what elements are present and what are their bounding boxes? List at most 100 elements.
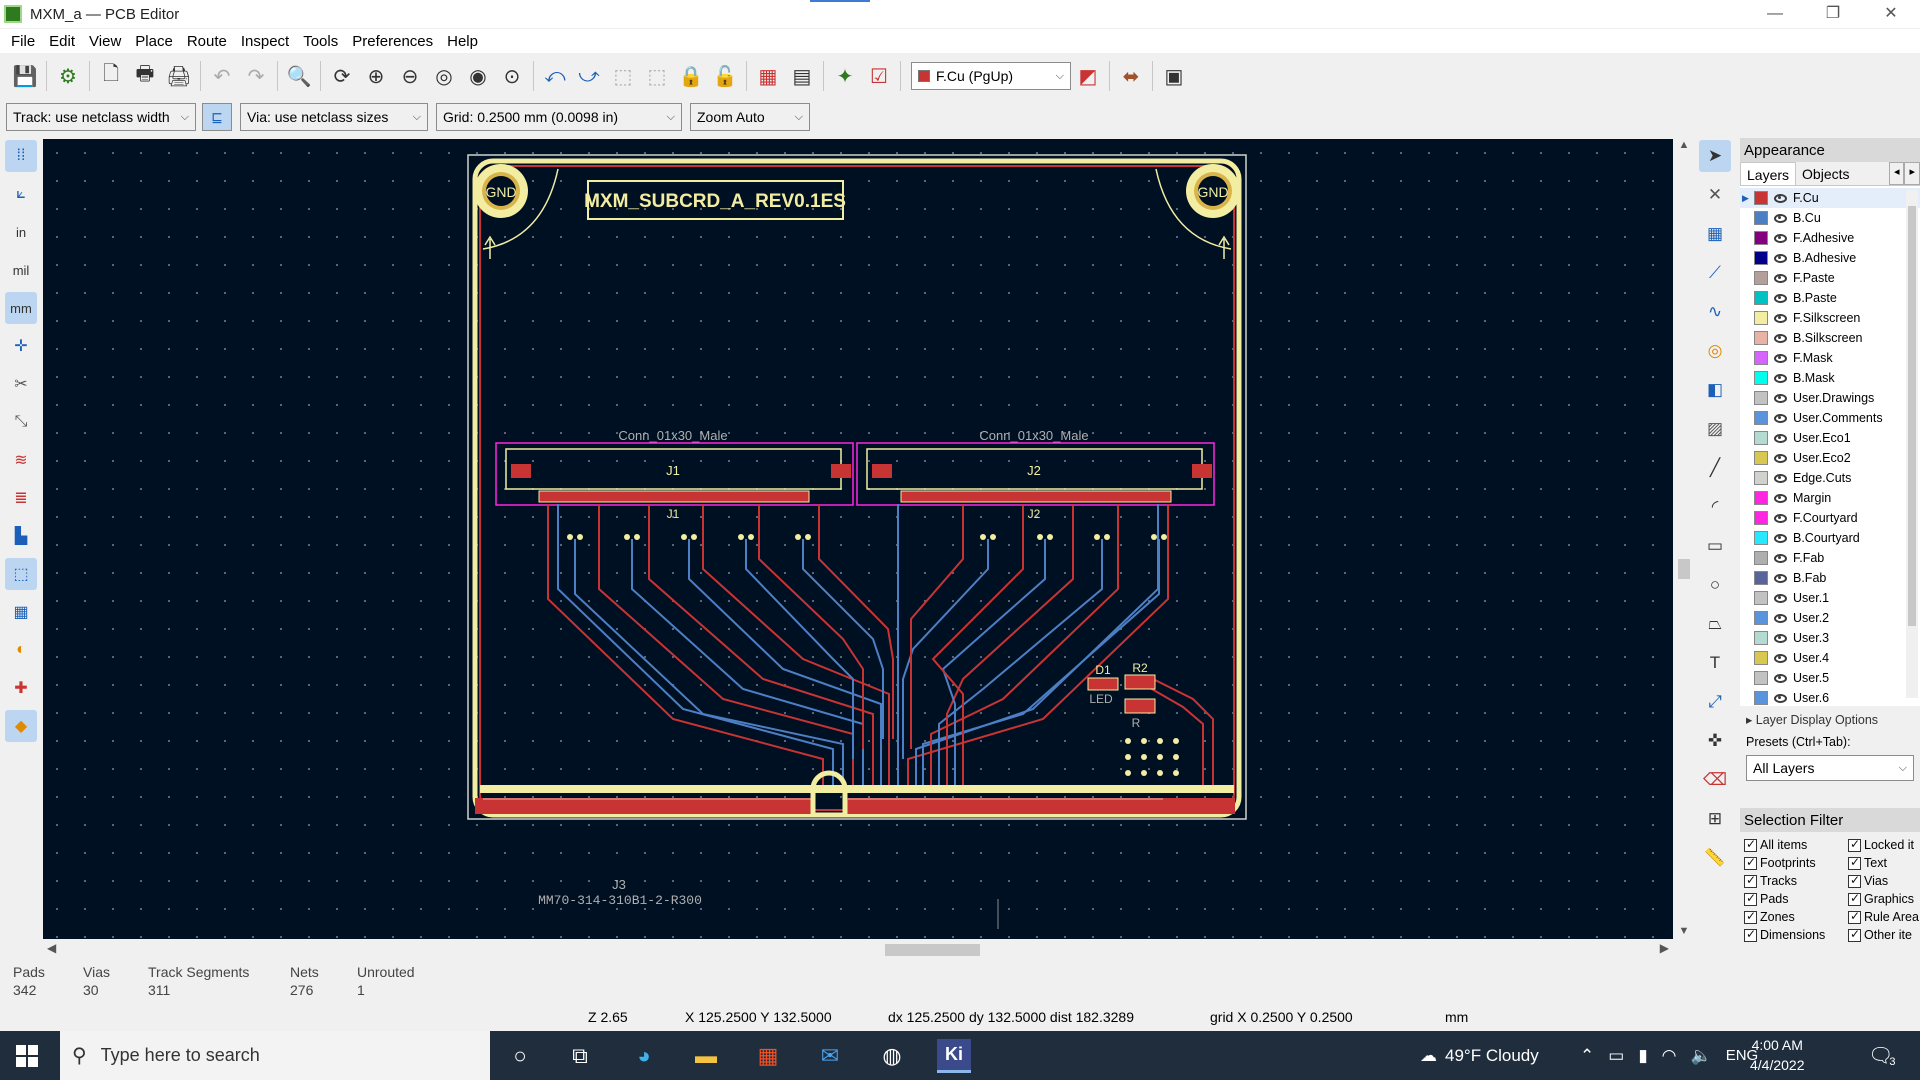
visibility-eye-icon[interactable] bbox=[1774, 293, 1787, 303]
microwave-icon[interactable]: ✚ bbox=[5, 672, 37, 704]
checkbox-checked-icon[interactable] bbox=[1744, 928, 1757, 942]
filter-checkbox[interactable]: Other ite bbox=[1848, 928, 1920, 942]
print-icon[interactable]: 🖶 bbox=[128, 59, 162, 93]
layer-color-swatch[interactable] bbox=[1754, 191, 1768, 205]
visibility-eye-icon[interactable] bbox=[1774, 373, 1787, 383]
rotate-cw-icon[interactable]: ⤻ bbox=[572, 59, 606, 93]
layer-color-swatch[interactable] bbox=[1754, 331, 1768, 345]
cursor-style-icon[interactable]: ✛ bbox=[5, 330, 37, 362]
layer-row[interactable]: B.Adhesive bbox=[1740, 248, 1920, 268]
draw-line-icon[interactable]: ╱ bbox=[1699, 452, 1731, 484]
refresh-icon[interactable]: ⟳ bbox=[325, 59, 359, 93]
file-explorer-icon[interactable]: ▬ bbox=[689, 1039, 723, 1073]
menu-edit[interactable]: Edit bbox=[42, 33, 82, 50]
chevron-right-icon[interactable]: ▶ bbox=[1660, 941, 1669, 955]
layer-color-swatch[interactable] bbox=[1754, 411, 1768, 425]
visibility-eye-icon[interactable] bbox=[1774, 633, 1787, 643]
chevron-up-icon[interactable]: ▲ bbox=[1674, 139, 1694, 151]
checkbox-checked-icon[interactable] bbox=[1848, 838, 1861, 852]
polar-coords-icon[interactable]: ⟀ bbox=[5, 178, 37, 210]
layer-row[interactable]: F.Silkscreen bbox=[1740, 308, 1920, 328]
autoroute-icon[interactable]: ⬌ bbox=[1114, 59, 1148, 93]
visibility-eye-icon[interactable] bbox=[1774, 593, 1787, 603]
wifi-icon[interactable]: ◠ bbox=[1662, 1046, 1677, 1066]
lock-icon[interactable]: 🔒 bbox=[674, 59, 708, 93]
notification-center[interactable]: 🗨 3 bbox=[1868, 1031, 1896, 1080]
taskbar-clock[interactable]: 4:00 AM 4/4/2022 bbox=[1750, 1035, 1805, 1075]
millimeters-button[interactable]: mm bbox=[5, 292, 37, 324]
cortana-icon[interactable]: ○ bbox=[503, 1039, 537, 1073]
tune-length-icon[interactable]: ∿ bbox=[1699, 296, 1731, 328]
filter-checkbox[interactable]: All items bbox=[1744, 838, 1848, 852]
filter-checkbox[interactable]: Vias bbox=[1848, 874, 1920, 888]
layer-color-swatch[interactable] bbox=[1754, 351, 1768, 365]
grid-select[interactable]: Grid: 0.2500 mm (0.0098 in) ⌵ bbox=[436, 103, 682, 131]
add-via-icon[interactable]: ◎ bbox=[1699, 335, 1731, 367]
auto-track-width-toggle[interactable]: ⊑ bbox=[202, 103, 232, 131]
unlock-icon[interactable]: 🔓 bbox=[708, 59, 742, 93]
filter-checkbox[interactable]: Dimensions bbox=[1744, 928, 1848, 942]
zoom-objects-icon[interactable]: ◉ bbox=[461, 59, 495, 93]
mils-button[interactable]: mil bbox=[5, 254, 37, 286]
layer-color-swatch[interactable] bbox=[1754, 391, 1768, 405]
visibility-eye-icon[interactable] bbox=[1774, 213, 1787, 223]
via-size-select[interactable]: Via: use netclass sizes ⌵ bbox=[240, 103, 428, 131]
layer-row[interactable]: Margin bbox=[1740, 488, 1920, 508]
tab-objects[interactable]: Objects bbox=[1796, 162, 1855, 185]
task-view-icon[interactable]: ⧉ bbox=[563, 1039, 597, 1073]
layer-color-swatch[interactable] bbox=[1754, 471, 1768, 485]
layer-row[interactable]: B.Courtyard bbox=[1740, 528, 1920, 548]
grid-origin-icon[interactable]: ⊞ bbox=[1699, 803, 1731, 835]
layer-row[interactable]: User.1 bbox=[1740, 588, 1920, 608]
schematic-icon[interactable]: ✦ bbox=[828, 59, 862, 93]
find-icon[interactable]: 🔍 bbox=[282, 59, 316, 93]
checkbox-checked-icon[interactable] bbox=[1848, 892, 1861, 906]
filter-checkbox[interactable]: Rule Area bbox=[1848, 910, 1920, 924]
layer-row[interactable]: User.Eco1 bbox=[1740, 428, 1920, 448]
battery-icon[interactable]: ▮ bbox=[1638, 1046, 1647, 1066]
layer-row[interactable]: F.Adhesive bbox=[1740, 228, 1920, 248]
visibility-eye-icon[interactable] bbox=[1774, 333, 1787, 343]
checkbox-checked-icon[interactable] bbox=[1848, 928, 1861, 942]
layer-pair-icon[interactable]: ◩ bbox=[1071, 59, 1105, 93]
zoom-fit-icon[interactable]: ◎ bbox=[427, 59, 461, 93]
presets-select[interactable]: All Layers ⌵ bbox=[1746, 755, 1914, 781]
restore-button[interactable]: ❐ bbox=[1804, 0, 1862, 28]
layer-color-swatch[interactable] bbox=[1754, 571, 1768, 585]
add-footprint-icon[interactable]: ▦ bbox=[1699, 218, 1731, 250]
add-text-icon[interactable]: T bbox=[1699, 647, 1731, 679]
layer-row[interactable]: User.2 bbox=[1740, 608, 1920, 628]
windows-start-icon[interactable] bbox=[16, 1045, 38, 1067]
select-tool-icon[interactable]: ➤ bbox=[1699, 140, 1731, 172]
layer-color-swatch[interactable] bbox=[1754, 251, 1768, 265]
delete-tool-icon[interactable]: ⌫ bbox=[1699, 764, 1731, 796]
net-highlight-icon[interactable]: ◐ bbox=[5, 634, 37, 666]
layer-row[interactable]: User.Comments bbox=[1740, 408, 1920, 428]
tab-layers[interactable]: Layers bbox=[1740, 162, 1797, 185]
contrast-mode-icon[interactable]: ▦ bbox=[5, 596, 37, 628]
rotate-ccw-icon[interactable]: ⤺ bbox=[538, 59, 572, 93]
scrollbar-thumb[interactable] bbox=[1678, 559, 1690, 579]
visibility-eye-icon[interactable] bbox=[1774, 433, 1787, 443]
menu-file[interactable]: File bbox=[4, 33, 42, 50]
visibility-eye-icon[interactable] bbox=[1774, 353, 1787, 363]
taskbar-search[interactable]: ⚲ Type here to search bbox=[60, 1031, 490, 1080]
weather-widget[interactable]: ☁ 49°F Cloudy bbox=[1420, 1031, 1539, 1080]
layer-list-scrollbar[interactable] bbox=[1906, 190, 1918, 698]
group-icon[interactable]: ⬚ bbox=[606, 59, 640, 93]
layer-row[interactable]: F.Fab bbox=[1740, 548, 1920, 568]
layer-color-swatch[interactable] bbox=[1754, 531, 1768, 545]
layer-color-swatch[interactable] bbox=[1754, 631, 1768, 645]
layer-row[interactable]: User.6 bbox=[1740, 688, 1920, 708]
add-dimension-icon[interactable]: ⤢ bbox=[1699, 686, 1731, 718]
zoom-in-icon[interactable]: ⊕ bbox=[359, 59, 393, 93]
pad-outline-icon[interactable]: ▙ bbox=[5, 520, 37, 552]
layer-row[interactable]: ▶ F.Cu bbox=[1740, 188, 1920, 208]
chevron-down-icon[interactable]: ▼ bbox=[1674, 925, 1694, 937]
footprint-library-icon[interactable]: ▤ bbox=[785, 59, 819, 93]
layer-row[interactable]: B.Silkscreen bbox=[1740, 328, 1920, 348]
layer-color-swatch[interactable] bbox=[1754, 291, 1768, 305]
visibility-eye-icon[interactable] bbox=[1774, 393, 1787, 403]
visibility-eye-icon[interactable] bbox=[1774, 273, 1787, 283]
layer-color-swatch[interactable] bbox=[1754, 431, 1768, 445]
